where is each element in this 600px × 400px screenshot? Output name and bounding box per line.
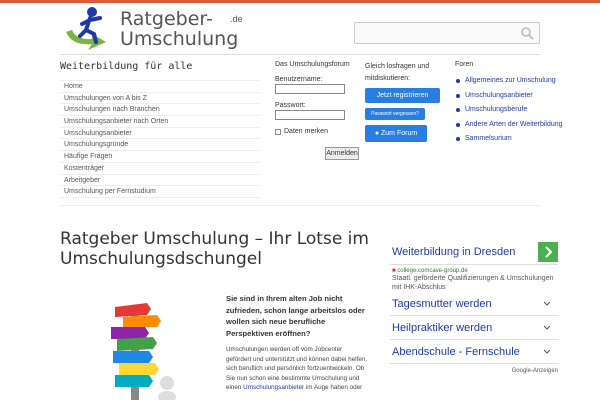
foren-item-sammelsurium[interactable]: Sammelsurium bbox=[455, 132, 563, 147]
ad-row-tagesmutter[interactable]: Tagesmutter werden bbox=[390, 292, 558, 316]
username-label: Benutzername: bbox=[275, 76, 323, 83]
remember-row: Daten merken bbox=[275, 128, 350, 135]
login-button[interactable]: Anmelden bbox=[325, 147, 359, 160]
forum-title: Das Umschulungsforum bbox=[275, 61, 350, 68]
forgot-password-button[interactable]: Passwort vergessen? bbox=[365, 108, 425, 120]
chevron-down-icon bbox=[544, 349, 550, 354]
remember-label: Daten merken bbox=[284, 128, 328, 135]
sidebar-title: Weiterbildung für alle bbox=[60, 61, 193, 72]
ad-row-heilpraktiker[interactable]: Heilpraktiker werden bbox=[390, 316, 558, 340]
password-label: Passwort: bbox=[275, 102, 306, 109]
ad-arrow-icon[interactable] bbox=[538, 242, 558, 262]
logo-text-line2: Umschulung bbox=[120, 28, 239, 50]
signpost-illustration bbox=[111, 303, 176, 400]
foren-title: Foren bbox=[455, 61, 474, 68]
logo-tld: .de bbox=[230, 14, 243, 24]
chevron-down-icon bbox=[544, 301, 550, 306]
search-input[interactable] bbox=[354, 22, 540, 44]
intro-bold: Sie sind in Ihrem alten Job nicht zufrie… bbox=[226, 294, 365, 338]
ad-title[interactable]: Weiterbildung in Dresden bbox=[392, 246, 515, 258]
site-logo[interactable]: Ratgeber- Umschulung .de bbox=[62, 4, 262, 50]
foren-item-weiterbildung[interactable]: Andere Arten der Weiterbildung bbox=[455, 118, 563, 133]
anbieter-link[interactable]: Umschulungsanbieter bbox=[243, 384, 304, 391]
sidebar-item-fernstudium[interactable]: Umschulung per Fernstudium bbox=[60, 186, 260, 198]
page-title: Ratgeber Umschulung – Ihr Lotse im Umsch… bbox=[60, 229, 369, 269]
top-accent-bar bbox=[0, 0, 600, 3]
sidebar-item-branchen[interactable]: Umschulungen nach Branchen bbox=[60, 104, 260, 117]
chevron-down-icon bbox=[544, 325, 550, 330]
foren-item-berufe[interactable]: Umschulungsberufe bbox=[455, 103, 563, 118]
password-field[interactable] bbox=[275, 110, 345, 120]
ad-box: Weiterbildung in Dresden ■ college.comca… bbox=[390, 240, 558, 400]
sidebar-item-anbieter[interactable]: Umschulungsanbieter bbox=[60, 128, 260, 140]
ad-description: Staatl. geförderte Qualifizierungen & Um… bbox=[392, 275, 554, 291]
username-field[interactable] bbox=[275, 84, 345, 94]
remember-checkbox[interactable] bbox=[275, 128, 281, 135]
forum-button[interactable]: ● Zum Forum bbox=[365, 125, 427, 142]
body-tail: im Auge haben oder bbox=[304, 384, 363, 391]
ad-row-label[interactable]: Heilpraktiker werden bbox=[392, 322, 492, 334]
sidebar-item-a-bis-z[interactable]: Umschulungen von A bis Z bbox=[60, 93, 260, 105]
sidebar-item-gruende[interactable]: Umschulungsgründe bbox=[60, 139, 260, 152]
forum-button-label: Zum Forum bbox=[381, 130, 418, 137]
foren-list: Foren Allgemeines zur Umschulung Umschul… bbox=[455, 61, 563, 147]
google-ads-badge[interactable]: Google-Anzeigen bbox=[509, 368, 558, 374]
chat-icon: ● bbox=[374, 130, 380, 137]
register-button[interactable]: Jetzt registrieren bbox=[365, 88, 440, 103]
ad-row-label[interactable]: Abendschule - Fernschule bbox=[392, 346, 520, 358]
forum-login: Das Umschulungsforum Benutzername: Passw… bbox=[275, 61, 350, 135]
join-text: Gleich losfragen und mitdiskutieren: bbox=[365, 63, 430, 82]
header-divider bbox=[60, 54, 540, 55]
section-divider bbox=[60, 205, 540, 206]
ad-row-abendschule[interactable]: Abendschule - Fernschule bbox=[390, 340, 558, 364]
sidebar-item-kostentraeger[interactable]: Kostenträger bbox=[60, 163, 260, 175]
ad-row-label[interactable]: Tagesmutter werden bbox=[392, 298, 492, 310]
foren-item-allgemeines[interactable]: Allgemeines zur Umschulung bbox=[455, 74, 563, 89]
foren-item-anbieter[interactable]: Umschulungsanbieter bbox=[455, 89, 563, 104]
sidebar-item-orte[interactable]: Umschulungsanbieter nach Orten bbox=[60, 116, 260, 128]
sidebar-item-faq[interactable]: Häufige Fragen bbox=[60, 151, 260, 163]
search-icon[interactable] bbox=[520, 26, 534, 40]
logo-text-line1: Ratgeber- bbox=[120, 8, 213, 30]
intro-body: Umschulungen werden oft vom Jobcenter ge… bbox=[226, 345, 368, 393]
sidebar-item-arbeitgeber[interactable]: Arbeitgeber bbox=[60, 175, 260, 187]
logo-figure-icon bbox=[66, 7, 106, 50]
sidebar-item-home[interactable]: Home bbox=[60, 81, 260, 93]
sidebar-nav: Home Umschulungen von A bis Z Umschulung… bbox=[60, 80, 260, 198]
ad-title-row[interactable]: Weiterbildung in Dresden bbox=[390, 240, 558, 265]
